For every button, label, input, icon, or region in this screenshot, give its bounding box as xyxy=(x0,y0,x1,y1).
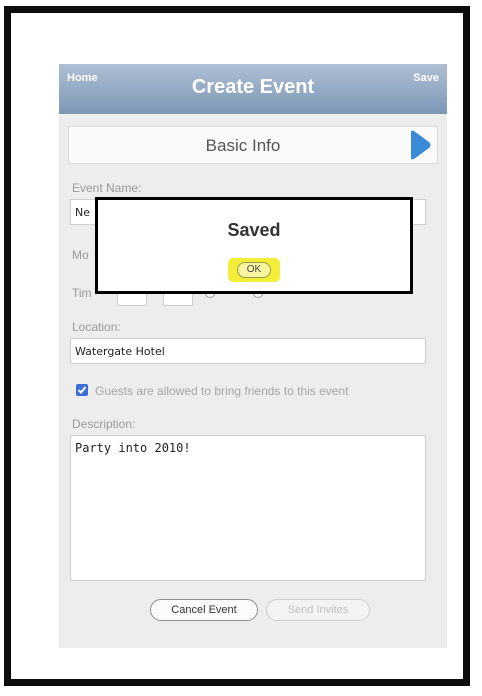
ok-button-highlight[interactable]: OK xyxy=(228,258,280,282)
description-label: Description: xyxy=(72,417,136,431)
time-label: Tim xyxy=(72,286,92,300)
month-label: Mo xyxy=(72,248,89,262)
arrow-right-icon[interactable] xyxy=(407,130,433,160)
send-invites-button[interactable]: Send Invites xyxy=(266,599,370,621)
cancel-event-button[interactable]: Cancel Event xyxy=(150,599,258,621)
guests-checkbox-label: Guests are allowed to bring friends to t… xyxy=(95,384,349,398)
save-button[interactable]: Save xyxy=(413,72,439,84)
description-textarea[interactable]: Party into 2010! xyxy=(70,435,426,581)
ok-button[interactable]: OK xyxy=(237,262,271,278)
dialog-title: Saved xyxy=(227,220,281,240)
navigation-bar: Home Create Event Save xyxy=(59,64,447,114)
section-title: Basic Info xyxy=(205,136,281,155)
location-field[interactable]: Watergate Hotel xyxy=(70,338,426,364)
guests-checkbox[interactable] xyxy=(76,384,88,396)
saved-dialog: Saved OK xyxy=(95,197,413,294)
location-label: Location: xyxy=(72,320,121,334)
event-name-label: Event Name: xyxy=(72,181,142,195)
section-header[interactable]: Basic Info xyxy=(68,126,438,164)
page-title: Create Event xyxy=(191,76,315,98)
app-screen: Home Create Event Save Basic Info Event … xyxy=(59,64,447,648)
